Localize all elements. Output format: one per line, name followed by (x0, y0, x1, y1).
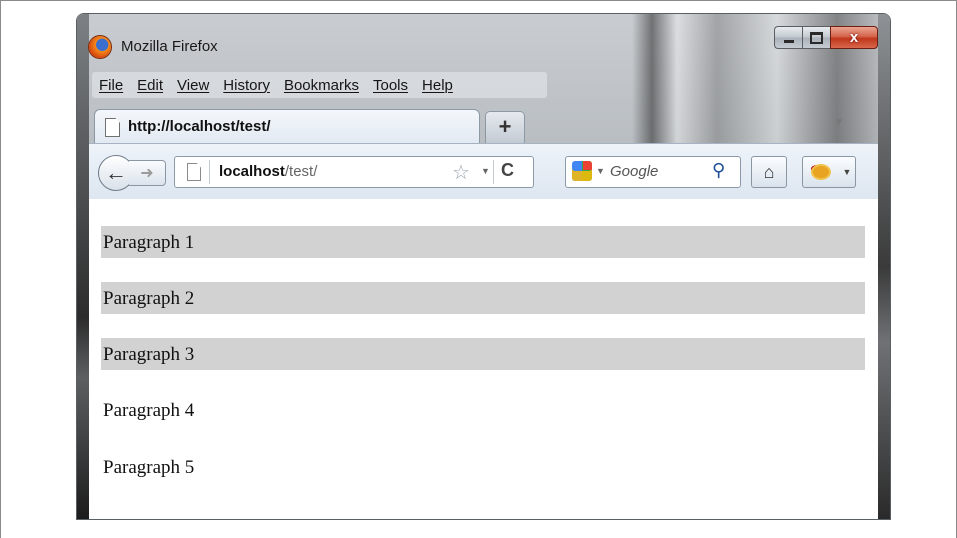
minimize-icon (783, 39, 794, 43)
paragraph-4-text: Paragraph 4 (103, 400, 195, 421)
paragraph-5-text: Paragraph 5 (103, 457, 195, 478)
tab-active[interactable]: http://localhost/test/ (94, 109, 480, 144)
maximize-button[interactable] (802, 26, 830, 49)
window-controls: x (774, 26, 878, 49)
close-icon: x (849, 29, 859, 46)
url-history-dropdown-icon[interactable]: ▼ (481, 166, 490, 176)
close-button[interactable]: x (830, 26, 878, 49)
paragraph-1: Paragraph 1 (101, 226, 865, 258)
back-arrow-icon: ← (105, 160, 127, 185)
home-icon: ⌂ (763, 161, 775, 182)
page-content: Paragraph 1 Paragraph 2 Paragraph 3 Para… (89, 199, 878, 519)
bookmark-star-icon[interactable]: ☆ (452, 160, 470, 185)
search-input[interactable]: Google (610, 163, 658, 180)
reload-divider (493, 160, 494, 184)
window-title: Mozilla Firefox (121, 38, 218, 55)
addon-dropdown-button[interactable]: ▼ (839, 156, 856, 188)
paragraph-3-text: Paragraph 3 (103, 344, 195, 365)
paragraph-2-text: Paragraph 2 (103, 288, 195, 309)
forward-arrow-icon: ➜ (140, 165, 154, 182)
search-bar[interactable]: ▼ Google ⚲ (565, 156, 741, 188)
site-identity-page-icon[interactable] (187, 163, 201, 181)
menu-help[interactable]: Help (415, 77, 460, 94)
url-text[interactable]: localhost/test/ (219, 163, 317, 180)
window-border-right (878, 14, 890, 519)
reload-icon[interactable]: C (501, 160, 514, 181)
title-bar[interactable]: Mozilla Firefox x (77, 14, 890, 58)
menu-bookmarks[interactable]: Bookmarks (277, 77, 366, 94)
tab-title: http://localhost/test/ (128, 118, 271, 135)
search-icon[interactable]: ⚲ (712, 160, 725, 181)
menu-history[interactable]: History (216, 77, 277, 94)
menu-tools[interactable]: Tools (366, 77, 415, 94)
home-button[interactable]: ⌂ (751, 156, 787, 188)
firefox-logo-icon[interactable] (89, 36, 111, 58)
tab-list-chevron-icon[interactable]: ▼ (834, 117, 844, 128)
menu-bar: File Edit View History Bookmarks Tools H… (92, 72, 547, 98)
search-engine-dropdown-icon[interactable]: ▼ (596, 166, 605, 176)
maximize-icon (810, 31, 823, 44)
page-icon (105, 118, 120, 137)
paragraph-4: Paragraph 4 (101, 394, 865, 426)
forward-button[interactable]: ➜ (129, 160, 166, 186)
google-engine-icon[interactable] (572, 161, 592, 181)
menu-view[interactable]: View (170, 77, 216, 94)
paragraph-1-text: Paragraph 1 (103, 232, 195, 253)
url-host: localhost (219, 163, 285, 180)
addon-button[interactable] (802, 156, 840, 188)
window-border-left (77, 14, 89, 519)
minimize-button[interactable] (774, 26, 802, 49)
paragraph-3: Paragraph 3 (101, 338, 865, 370)
url-path: /test/ (284, 163, 318, 180)
navigation-toolbar: ← ➜ localhost/test/ ☆ ▼ C ▼ Google ⚲ ⌂ ▼ (89, 143, 878, 200)
url-bar[interactable]: localhost/test/ ☆ ▼ C (174, 156, 534, 188)
firebug-icon (813, 166, 829, 178)
browser-window: Mozilla Firefox x File Edit View History… (77, 14, 890, 519)
url-divider (209, 160, 210, 184)
new-tab-button[interactable]: + (485, 111, 525, 144)
paragraph-5: Paragraph 5 (101, 451, 865, 483)
figure-frame-left (0, 0, 1, 538)
menu-edit[interactable]: Edit (130, 77, 170, 94)
menu-file[interactable]: File (92, 77, 130, 94)
paragraph-2: Paragraph 2 (101, 282, 865, 314)
figure-frame-top (0, 0, 957, 1)
